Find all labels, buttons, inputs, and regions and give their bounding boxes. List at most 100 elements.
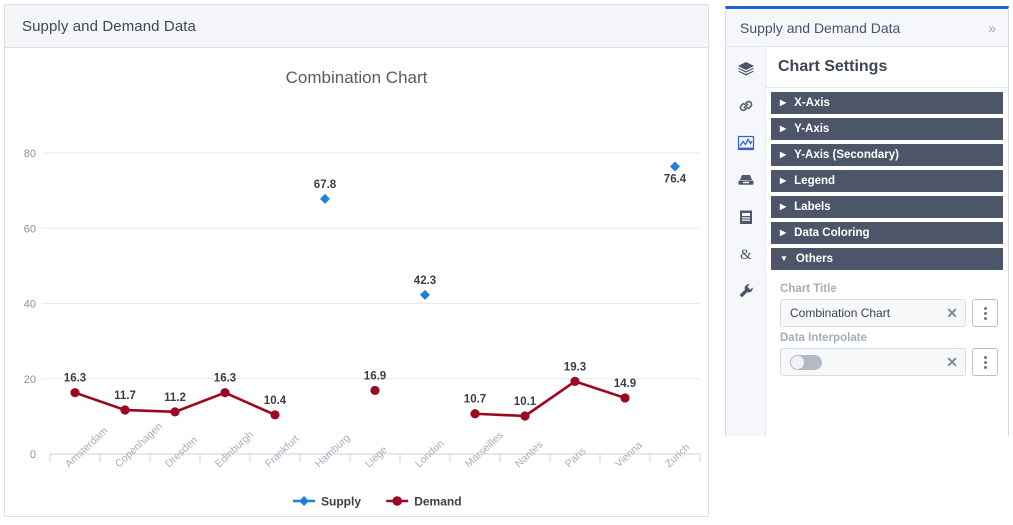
data-point-marker[interactable] xyxy=(120,405,130,415)
data-point-marker[interactable] xyxy=(670,161,680,172)
data-interpolate-field[interactable]: ✕ xyxy=(780,348,966,376)
chart-card-title: Supply and Demand Data xyxy=(22,17,196,35)
data-point-marker[interactable] xyxy=(170,407,180,417)
x-axis-tick-label: Hamburg xyxy=(313,432,353,470)
chevron-right-icon: ▶ xyxy=(780,228,787,237)
chart-title-field[interactable]: Combination Chart ✕ xyxy=(780,299,966,327)
legend-label: Demand xyxy=(414,495,461,509)
chevron-right-icon: ▶ xyxy=(780,150,787,159)
data-point-label: 10.7 xyxy=(464,394,486,406)
collapse-panel-icon[interactable]: » xyxy=(988,20,996,36)
archive-icon[interactable] xyxy=(734,168,758,192)
legend-item[interactable]: Demand xyxy=(386,495,462,509)
data-interpolate-toggle[interactable] xyxy=(790,354,822,370)
data-point-label: 11.2 xyxy=(164,392,186,404)
link-icon[interactable] xyxy=(734,94,758,118)
x-axis-tick-label: Zurich xyxy=(663,441,693,470)
data-point-label: 10.1 xyxy=(514,396,537,408)
section-header-labels[interactable]: ▶ Labels xyxy=(771,196,1003,218)
clipboard-icon[interactable] xyxy=(734,205,758,229)
data-point-marker[interactable] xyxy=(520,411,530,421)
x-axis-tick-label: Dresden xyxy=(163,434,200,470)
more-options-icon[interactable] xyxy=(972,299,998,327)
data-point-label: 16.3 xyxy=(214,373,236,385)
field-label: Chart Title xyxy=(780,283,837,295)
layers-icon[interactable] xyxy=(734,57,758,81)
x-axis-tick-label: Amsterdam xyxy=(63,425,111,471)
ampersand-icon[interactable]: & xyxy=(734,242,758,266)
x-axis-tick-label: Edinburgh xyxy=(213,429,256,471)
chevron-right-icon: ▶ xyxy=(780,98,787,107)
settings-sections: ▶ X-Axis ▶ Y-Axis ▶ Y-Axis (Secondary) ▶ Legend… xyxy=(766,88,1008,376)
section-label: Y-Axis xyxy=(794,123,830,135)
chart-svg: 0 20 40 60 80 Amsterdam CopenhagenDresden Edinb… xyxy=(24,148,701,509)
chart-plot-area: Combination Chart 0 20 40 60 80 Amsterdam Cope… xyxy=(5,48,708,516)
section-label: Legend xyxy=(794,175,836,187)
data-point-marker[interactable] xyxy=(320,193,330,204)
toggle-knob xyxy=(791,355,804,369)
panel-body: & Chart Settings ▶ X-Axis ▶ Y-Axis ▶ Y-Axis (… xyxy=(726,47,1008,436)
x-axis-tick-label: Vienna xyxy=(613,439,645,470)
data-point-marker[interactable] xyxy=(370,385,380,396)
field-row: ✕ xyxy=(780,348,998,376)
x-axis-tick-label: Frankfurt xyxy=(263,433,302,470)
data-point-marker[interactable] xyxy=(220,388,230,398)
x-axis-tick-label: Liege xyxy=(363,444,390,470)
data-point-label: 16.9 xyxy=(364,370,386,382)
y-axis-tick-label: 20 xyxy=(24,374,36,386)
svg-text:&: & xyxy=(740,247,752,263)
data-point-label: 42.3 xyxy=(414,275,436,287)
data-point-marker[interactable] xyxy=(270,410,280,420)
section-fields: Chart Title Combination Chart ✕ Data Interp… xyxy=(771,274,1003,376)
data-point-label: 14.9 xyxy=(614,378,636,390)
panel-title: Supply and Demand Data xyxy=(740,19,901,36)
x-axis-tick-label: Paris xyxy=(563,445,589,470)
wrench-icon[interactable] xyxy=(734,279,758,303)
x-axis-tick-label: Marseilles xyxy=(463,429,506,470)
data-point-marker[interactable] xyxy=(70,388,80,398)
section-label: X-Axis xyxy=(794,97,830,109)
more-options-icon[interactable] xyxy=(972,348,998,376)
data-point-marker[interactable] xyxy=(470,409,480,419)
panel-header: Supply and Demand Data » xyxy=(726,9,1008,47)
chevron-down-icon: ▼ xyxy=(780,254,788,263)
field-label: Data Interpolate xyxy=(780,332,867,344)
chart-settings-panel: Supply and Demand Data » & Chart Setting… xyxy=(725,6,1009,436)
section-header-x-axis[interactable]: ▶ X-Axis xyxy=(771,92,1003,114)
panel-main: Chart Settings ▶ X-Axis ▶ Y-Axis ▶ Y-Axis (Se… xyxy=(766,47,1008,436)
data-point-label: 76.4 xyxy=(664,174,687,186)
section-label: Labels xyxy=(794,201,831,213)
y-axis-tick-label: 60 xyxy=(24,223,36,235)
chevron-right-icon: ▶ xyxy=(780,202,787,211)
legend-item[interactable]: Supply xyxy=(293,495,361,509)
section-header-y-axis[interactable]: ▶ Y-Axis xyxy=(771,118,1003,140)
data-point-label: 67.8 xyxy=(314,179,337,191)
chart-card-header: Supply and Demand Data xyxy=(5,5,708,48)
chart-icon[interactable] xyxy=(734,131,758,155)
chart-card: Supply and Demand Data Combination Chart… xyxy=(4,4,709,517)
clear-icon[interactable]: ✕ xyxy=(946,306,958,320)
chevron-right-icon: ▶ xyxy=(780,124,787,133)
section-label: Others xyxy=(795,253,833,265)
clear-icon[interactable]: ✕ xyxy=(946,355,958,369)
y-axis-tick-label: 0 xyxy=(30,449,36,461)
field-row: Combination Chart ✕ xyxy=(780,299,998,327)
section-header-y-axis-secondary[interactable]: ▶ Y-Axis (Secondary) xyxy=(771,144,1003,166)
data-point-label: 19.3 xyxy=(564,361,586,373)
data-point-label: 11.7 xyxy=(114,390,136,402)
y-axis-tick-label: 40 xyxy=(24,299,36,311)
legend-label: Supply xyxy=(321,495,361,509)
data-point-marker[interactable] xyxy=(570,376,580,386)
data-point-marker[interactable] xyxy=(420,289,430,300)
chevron-right-icon: ▶ xyxy=(780,176,787,185)
section-header-legend[interactable]: ▶ Legend xyxy=(771,170,1003,192)
y-axis-tick-label: 80 xyxy=(24,148,36,160)
section-label: Data Coloring xyxy=(794,227,870,239)
data-point-marker[interactable] xyxy=(620,393,630,403)
data-point-label: 16.3 xyxy=(64,373,86,385)
panel-icon-rail: & xyxy=(726,47,766,436)
section-header-data-coloring[interactable]: ▶ Data Coloring xyxy=(771,222,1003,244)
section-header-others[interactable]: ▼ Others xyxy=(771,248,1003,270)
x-axis-tick-label: Copenhagen xyxy=(113,420,165,470)
data-point-label: 10.4 xyxy=(264,395,287,407)
